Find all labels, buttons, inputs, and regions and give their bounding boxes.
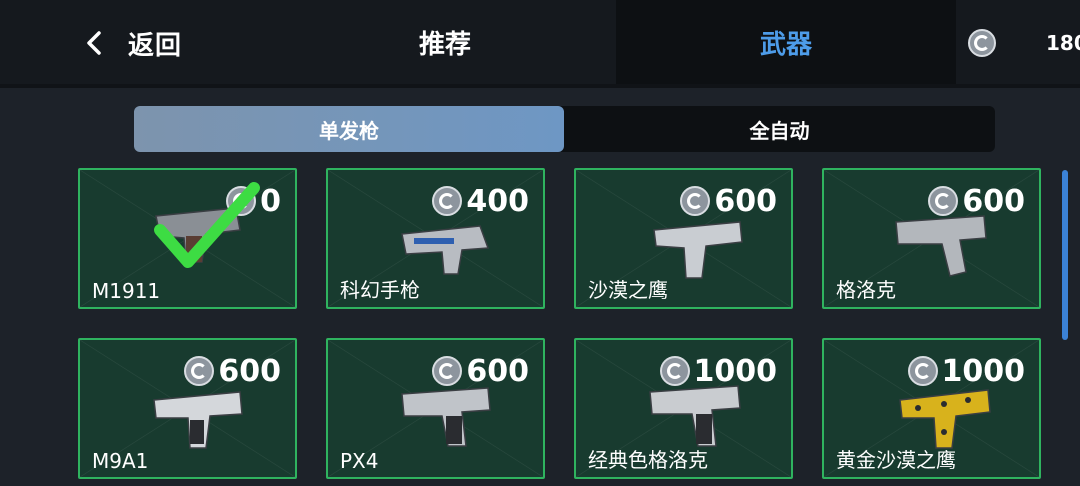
weapon-name: M9A1 xyxy=(92,449,149,473)
coin-icon xyxy=(432,186,463,216)
weapon-card-scifi-pistol[interactable]: 400 科幻手枪 xyxy=(326,168,545,309)
weapon-card-glock[interactable]: 600 格洛克 xyxy=(822,168,1041,309)
currency-display: 180 xyxy=(968,26,1080,60)
price-tag: 1000 xyxy=(907,353,1026,389)
weapon-grid: 0 M1911 400 科幻手枪 600 沙漠之鹰 600 格洛克 600 M9… xyxy=(78,168,1046,486)
segment-single-shot[interactable]: 单发枪 xyxy=(134,106,564,152)
coin-icon xyxy=(659,356,690,386)
weapon-price: 600 xyxy=(962,183,1025,219)
price-tag: 1000 xyxy=(659,353,778,389)
weapon-name: 黄金沙漠之鹰 xyxy=(836,448,956,472)
weapon-name: 格洛克 xyxy=(836,278,896,302)
weapon-name: PX4 xyxy=(340,449,379,473)
coin-icon xyxy=(907,356,938,386)
coin-icon xyxy=(184,356,215,386)
weapon-card-px4[interactable]: 600 PX4 xyxy=(326,338,545,479)
coin-icon xyxy=(680,186,711,216)
price-tag: 400 xyxy=(432,183,529,219)
weapon-price: 400 xyxy=(466,183,529,219)
price-tag: 600 xyxy=(432,353,529,389)
weapon-price: 600 xyxy=(466,353,529,389)
chevron-left-icon xyxy=(87,31,101,55)
weapon-price: 600 xyxy=(714,183,777,219)
weapon-name: 沙漠之鹰 xyxy=(588,278,668,302)
weapon-card-desert-eagle[interactable]: 600 沙漠之鹰 xyxy=(574,168,793,309)
coin-icon xyxy=(432,356,463,386)
weapon-price: 600 xyxy=(218,353,281,389)
price-tag: 600 xyxy=(184,353,281,389)
weapon-card-classic-glock[interactable]: 1000 经典色格洛克 xyxy=(574,338,793,479)
check-icon xyxy=(154,182,260,268)
currency-amount: 180 xyxy=(1046,31,1080,55)
price-tag: 600 xyxy=(928,183,1025,219)
weapon-name: 经典色格洛克 xyxy=(588,448,708,472)
tab-recommend[interactable]: 推荐 xyxy=(330,0,560,84)
weapon-price: 1000 xyxy=(693,353,778,389)
tab-weapons[interactable]: 武器 xyxy=(616,0,956,84)
price-tag: 600 xyxy=(680,183,777,219)
weapon-price: 1000 xyxy=(941,353,1026,389)
weapon-card-gold-desert-eagle[interactable]: 1000 黄金沙漠之鹰 xyxy=(822,338,1041,479)
top-bar: 返回 推荐 武器 180 xyxy=(0,0,1080,88)
weapon-card-m9a1[interactable]: 600 M9A1 xyxy=(78,338,297,479)
coin-icon xyxy=(968,29,996,57)
scrollbar[interactable] xyxy=(1062,170,1068,340)
segment-full-auto[interactable]: 全自动 xyxy=(564,106,995,152)
back-label: 返回 xyxy=(128,30,183,61)
weapon-name: 科幻手枪 xyxy=(340,278,420,302)
fire-mode-switch: 单发枪 全自动 xyxy=(134,106,995,152)
back-button[interactable]: 返回 xyxy=(84,18,182,68)
weapon-card-m1911[interactable]: 0 M1911 xyxy=(78,168,297,309)
coin-icon xyxy=(928,186,959,216)
weapon-price: 0 xyxy=(260,183,281,219)
weapon-name: M1911 xyxy=(92,279,161,303)
